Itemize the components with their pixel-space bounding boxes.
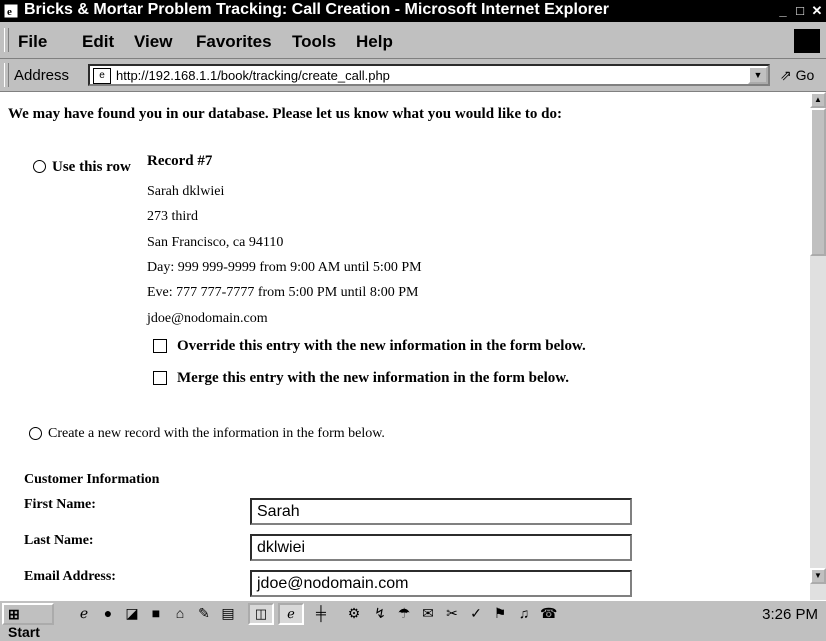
tray-icon-g[interactable]: ♫ <box>516 605 532 621</box>
menu-view[interactable]: View <box>134 32 172 52</box>
menu-favorites[interactable]: Favorites <box>196 32 272 52</box>
address-url[interactable]: http://192.168.1.1/book/tracking/create_… <box>116 68 390 83</box>
record-eve-phone: Eve: 777 777-7777 from 5:00 PM until 8:0… <box>147 285 419 300</box>
system-tray-icons[interactable]: ⚙ <box>346 605 362 621</box>
tray-icon-h[interactable]: ☎ <box>540 605 557 621</box>
create-record-label: Create a new record with the information… <box>48 426 385 441</box>
use-row-label: Use this row <box>52 159 131 175</box>
minimize-button[interactable]: _ <box>775 3 791 18</box>
record-title: Record #7 <box>147 153 213 169</box>
scroll-up-button[interactable]: ▲ <box>810 92 826 108</box>
windows-logo-icon <box>794 29 820 53</box>
outlook-icon[interactable]: ● <box>100 605 116 621</box>
toolbar-grip[interactable] <box>4 63 9 87</box>
taskbar-clock: 3:26 PM <box>762 606 818 623</box>
record-email: jdoe@nodomain.com <box>147 311 268 326</box>
override-label: Override this entry with the new informa… <box>177 338 586 354</box>
record-street: 273 third <box>147 209 198 224</box>
record-city: San Francisco, ca 94110 <box>147 235 284 250</box>
use-row-radio[interactable] <box>33 160 46 173</box>
address-bar: Address e http://192.168.1.1/book/tracki… <box>0 59 826 92</box>
svg-text:e: e <box>7 6 12 18</box>
record-day-phone: Day: 999 999-9999 from 9:00 AM until 5:0… <box>147 260 422 275</box>
terminal-icon[interactable]: ■ <box>148 605 164 621</box>
merge-checkbox[interactable] <box>153 371 167 385</box>
first-name-label: First Name: <box>24 497 96 512</box>
windows-flag-icon: ⊞ <box>8 606 20 622</box>
explorer-icon[interactable]: ⌂ <box>172 605 188 621</box>
paint-icon[interactable]: ▤ <box>220 605 236 621</box>
first-name-input[interactable]: Sarah <box>250 498 632 525</box>
tray-icon-e[interactable]: ✓ <box>468 605 484 621</box>
scroll-thumb[interactable] <box>810 108 826 256</box>
tray-icon-f[interactable]: ⚑ <box>492 605 508 621</box>
menu-help[interactable]: Help <box>356 32 393 52</box>
create-record-radio[interactable] <box>29 427 42 440</box>
maximize-button[interactable]: □ <box>792 3 808 18</box>
window-title: Bricks & Mortar Problem Tracking: Call C… <box>24 1 610 18</box>
last-name-label: Last Name: <box>24 533 94 548</box>
tray-icon-d[interactable]: ✂ <box>444 605 460 621</box>
page-content: We may have found you in our database. P… <box>0 92 810 600</box>
taskbar: ⊞ Start ℯ ● ◪ ■ ⌂ ✎ ▤ ◫ ℯ ╪ ⚙ ↯ ☂ ✉ ✂ ✓ … <box>0 600 826 640</box>
desktop-icon[interactable]: ◪ <box>124 605 140 621</box>
internet-explorer-icon[interactable]: ℯ <box>76 605 92 621</box>
last-name-input[interactable]: dklwiei <box>250 534 632 561</box>
task-button-1[interactable]: ◫ <box>248 603 274 625</box>
merge-label: Merge this entry with the new informatio… <box>177 370 570 386</box>
override-checkbox[interactable] <box>153 339 167 353</box>
close-button[interactable]: ✕ <box>809 3 825 18</box>
email-input[interactable]: jdoe@nodomain.com <box>250 570 632 597</box>
task-button-ie[interactable]: ℯ <box>278 603 304 625</box>
record-name: Sarah dklwiei <box>147 184 225 199</box>
tray-icon-a[interactable]: ↯ <box>372 605 388 621</box>
email-label: Email Address: <box>24 569 116 584</box>
menu-file[interactable]: File <box>18 32 47 52</box>
intro-text: We may have found you in our database. P… <box>8 106 562 122</box>
title-bar: e Bricks & Mortar Problem Tracking: Call… <box>0 0 826 22</box>
divider-icon: ╪ <box>316 605 326 621</box>
start-button[interactable]: ⊞ Start <box>2 603 54 640</box>
go-button[interactable]: ⇗ Go <box>780 67 814 84</box>
ie-page-icon: e <box>3 3 19 19</box>
scroll-down-button[interactable]: ▼ <box>810 568 826 584</box>
address-label: Address <box>14 67 70 84</box>
menu-bar: File Edit View Favorites Tools Help <box>0 22 826 59</box>
menu-edit[interactable]: Edit <box>82 32 114 52</box>
tray-icon-c[interactable]: ✉ <box>420 605 436 621</box>
customer-info-heading: Customer Information <box>24 472 160 487</box>
page-icon: e <box>93 68 111 84</box>
address-input[interactable]: e http://192.168.1.1/book/tracking/creat… <box>88 64 770 86</box>
notepad-icon[interactable]: ✎ <box>196 605 212 621</box>
vertical-scrollbar[interactable]: ▲ ▼ <box>810 92 826 600</box>
tray-icon-b[interactable]: ☂ <box>396 605 412 621</box>
menu-tools[interactable]: Tools <box>292 32 336 52</box>
go-arrow-icon: ⇗ <box>780 67 792 83</box>
address-dropdown-button[interactable]: ▼ <box>748 66 768 84</box>
toolbar-grip[interactable] <box>4 28 9 52</box>
